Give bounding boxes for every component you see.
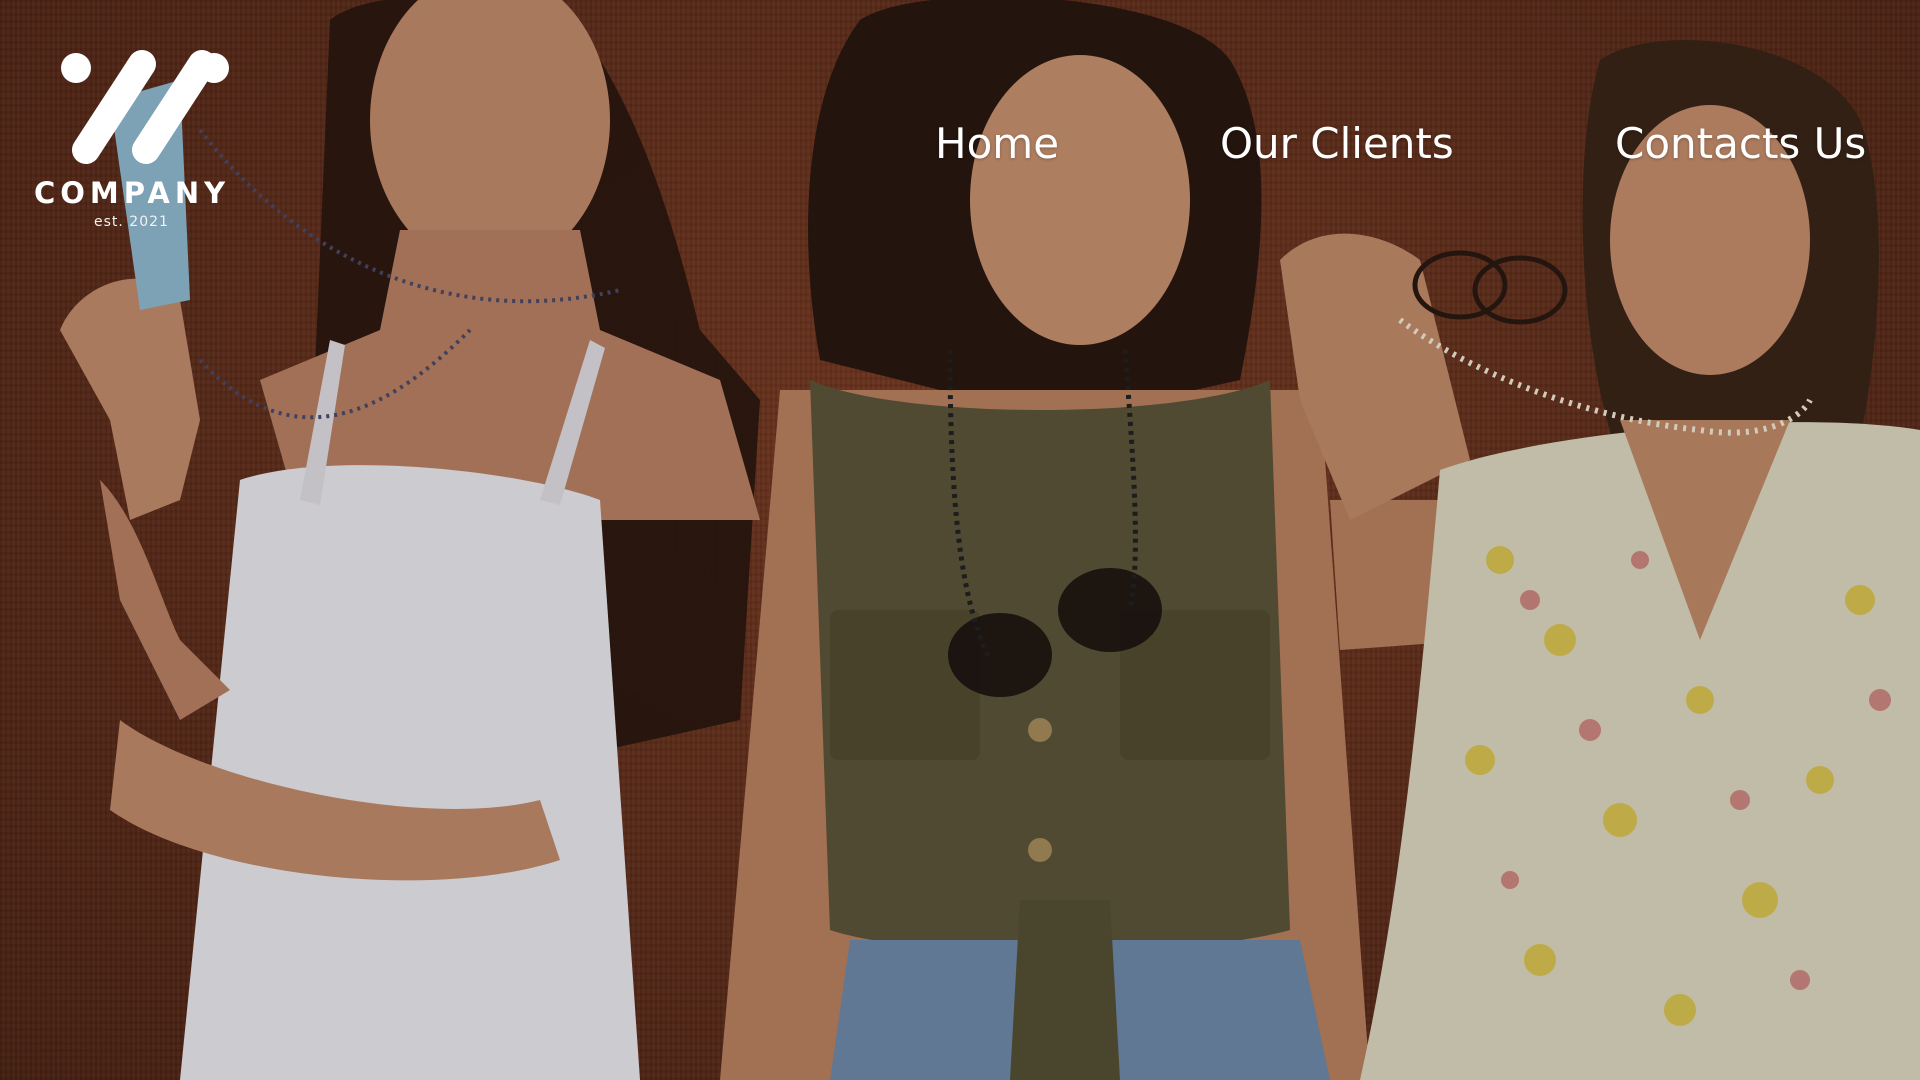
hero-section: COMPANY est. 2021 Home Our Clients Conta…: [0, 0, 1920, 1080]
nav-our-clients-link[interactable]: Our Clients: [1220, 116, 1454, 172]
main-nav: Home Our Clients Contacts Us: [0, 116, 1920, 176]
brand-tagline: est. 2021: [94, 214, 169, 230]
nav-home-link[interactable]: Home: [935, 116, 1059, 172]
brand-name: COMPANY: [34, 176, 231, 210]
nav-contacts-link[interactable]: Contacts Us: [1615, 116, 1866, 172]
